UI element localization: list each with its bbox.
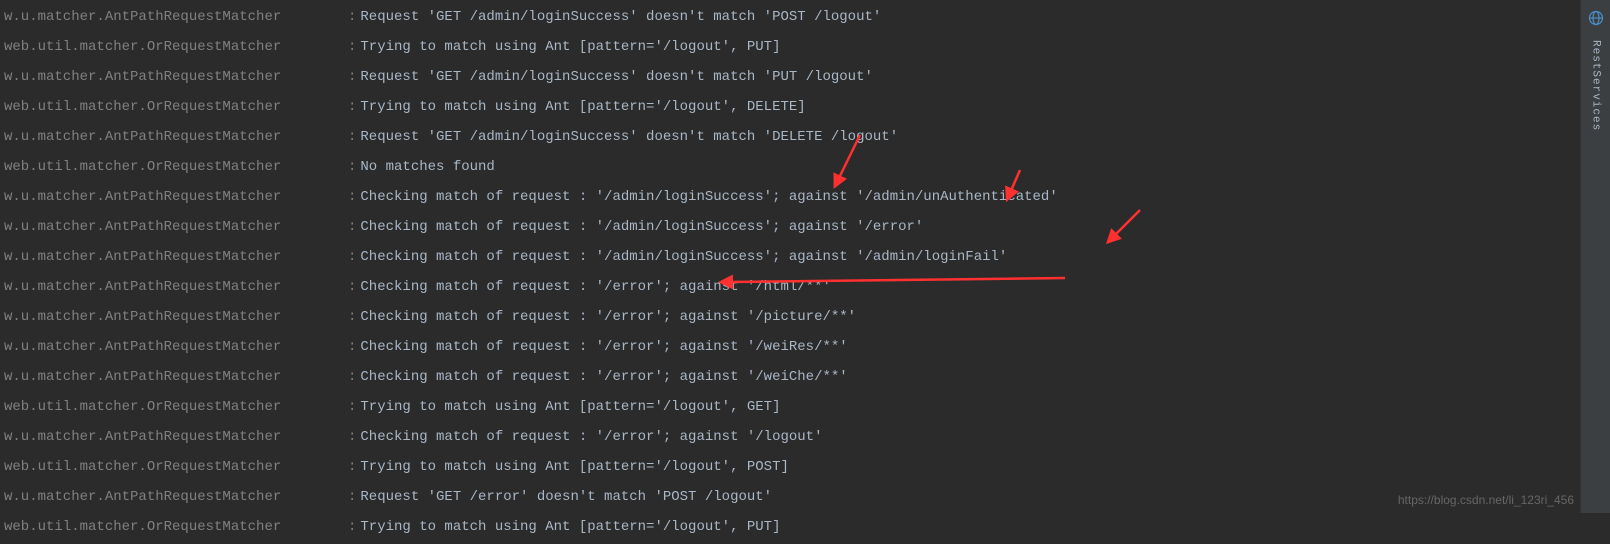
log-message: Checking match of request : '/admin/logi… [360,212,923,242]
log-message: Checking match of request : '/error'; ag… [360,422,822,452]
log-message: Request 'GET /error' doesn't match 'POST… [360,482,772,512]
log-message: Request 'GET /admin/loginSuccess' doesn'… [360,2,881,32]
log-line: w.u.matcher.AntPathRequestMatcher: Check… [0,212,1610,242]
log-separator: : [348,272,356,302]
logger-name: web.util.matcher.OrRequestMatcher [4,452,344,482]
logger-name: w.u.matcher.AntPathRequestMatcher [4,422,344,452]
log-separator: : [348,452,356,482]
log-message: Checking match of request : '/admin/logi… [360,242,1007,272]
logger-name: w.u.matcher.AntPathRequestMatcher [4,182,344,212]
log-line: web.util.matcher.OrRequestMatcher: No ma… [0,152,1610,182]
log-separator: : [348,242,356,272]
logger-name: w.u.matcher.AntPathRequestMatcher [4,362,344,392]
logger-name: web.util.matcher.OrRequestMatcher [4,152,344,182]
log-separator: : [348,2,356,32]
log-line: w.u.matcher.AntPathRequestMatcher: Check… [0,302,1610,332]
log-separator: : [348,152,356,182]
log-line: w.u.matcher.AntPathRequestMatcher: Reque… [0,62,1610,92]
log-message: Trying to match using Ant [pattern='/log… [360,32,780,62]
log-output: w.u.matcher.AntPathRequestMatcher: Reque… [0,0,1610,544]
logger-name: w.u.matcher.AntPathRequestMatcher [4,482,344,512]
log-line: web.util.matcher.OrRequestMatcher: Tryin… [0,32,1610,62]
globe-icon[interactable] [1588,10,1604,32]
log-separator: : [348,512,356,542]
sidebar-panel: RestServices [1580,0,1610,513]
log-line: web.util.matcher.OrRequestMatcher: Tryin… [0,452,1610,482]
logger-name: w.u.matcher.AntPathRequestMatcher [4,302,344,332]
log-message: Trying to match using Ant [pattern='/log… [360,512,780,542]
log-line: w.u.matcher.AntPathRequestMatcher: Check… [0,332,1610,362]
watermark-text: https://blog.csdn.net/li_123ri_456 [1398,493,1574,507]
log-message: Checking match of request : '/error'; ag… [360,332,847,362]
log-line: w.u.matcher.AntPathRequestMatcher: Reque… [0,122,1610,152]
log-line: w.u.matcher.AntPathRequestMatcher: Check… [0,242,1610,272]
log-separator: : [348,392,356,422]
log-message: Checking match of request : '/error'; ag… [360,362,847,392]
log-message: Trying to match using Ant [pattern='/log… [360,452,788,482]
logger-name: web.util.matcher.OrRequestMatcher [4,512,344,542]
log-separator: : [348,122,356,152]
log-separator: : [348,362,356,392]
log-line: w.u.matcher.AntPathRequestMatcher: Check… [0,272,1610,302]
logger-name: w.u.matcher.AntPathRequestMatcher [4,272,344,302]
log-message: Request 'GET /admin/loginSuccess' doesn'… [360,62,872,92]
log-line: w.u.matcher.AntPathRequestMatcher: Check… [0,182,1610,212]
log-separator: : [348,32,356,62]
logger-name: web.util.matcher.OrRequestMatcher [4,92,344,122]
logger-name: w.u.matcher.AntPathRequestMatcher [4,332,344,362]
logger-name: w.u.matcher.AntPathRequestMatcher [4,212,344,242]
logger-name: web.util.matcher.OrRequestMatcher [4,392,344,422]
log-message: Checking match of request : '/error'; ag… [360,272,830,302]
logger-name: w.u.matcher.AntPathRequestMatcher [4,122,344,152]
log-separator: : [348,332,356,362]
log-separator: : [348,482,356,512]
log-separator: : [348,212,356,242]
logger-name: w.u.matcher.AntPathRequestMatcher [4,2,344,32]
log-separator: : [348,92,356,122]
log-message: Request 'GET /admin/loginSuccess' doesn'… [360,122,898,152]
logger-name: w.u.matcher.AntPathRequestMatcher [4,242,344,272]
logger-name: w.u.matcher.AntPathRequestMatcher [4,62,344,92]
log-separator: : [348,302,356,332]
log-line: web.util.matcher.OrRequestMatcher: Tryin… [0,512,1610,542]
log-message: Trying to match using Ant [pattern='/log… [360,392,780,422]
log-line: w.u.matcher.AntPathRequestMatcher: Reque… [0,482,1610,512]
log-message: No matches found [360,152,494,182]
log-message: Trying to match using Ant [pattern='/log… [360,92,805,122]
log-separator: : [348,62,356,92]
log-line: w.u.matcher.AntPathRequestMatcher: Check… [0,422,1610,452]
log-line: w.u.matcher.AntPathRequestMatcher: Reque… [0,2,1610,32]
log-line: web.util.matcher.OrRequestMatcher: Tryin… [0,92,1610,122]
log-message: Checking match of request : '/admin/logi… [360,182,1057,212]
log-line: web.util.matcher.OrRequestMatcher: Tryin… [0,392,1610,422]
sidebar-label[interactable]: RestServices [1590,40,1602,131]
log-line: w.u.matcher.AntPathRequestMatcher: Check… [0,362,1610,392]
log-message: Checking match of request : '/error'; ag… [360,302,856,332]
log-separator: : [348,422,356,452]
log-separator: : [348,182,356,212]
logger-name: web.util.matcher.OrRequestMatcher [4,32,344,62]
